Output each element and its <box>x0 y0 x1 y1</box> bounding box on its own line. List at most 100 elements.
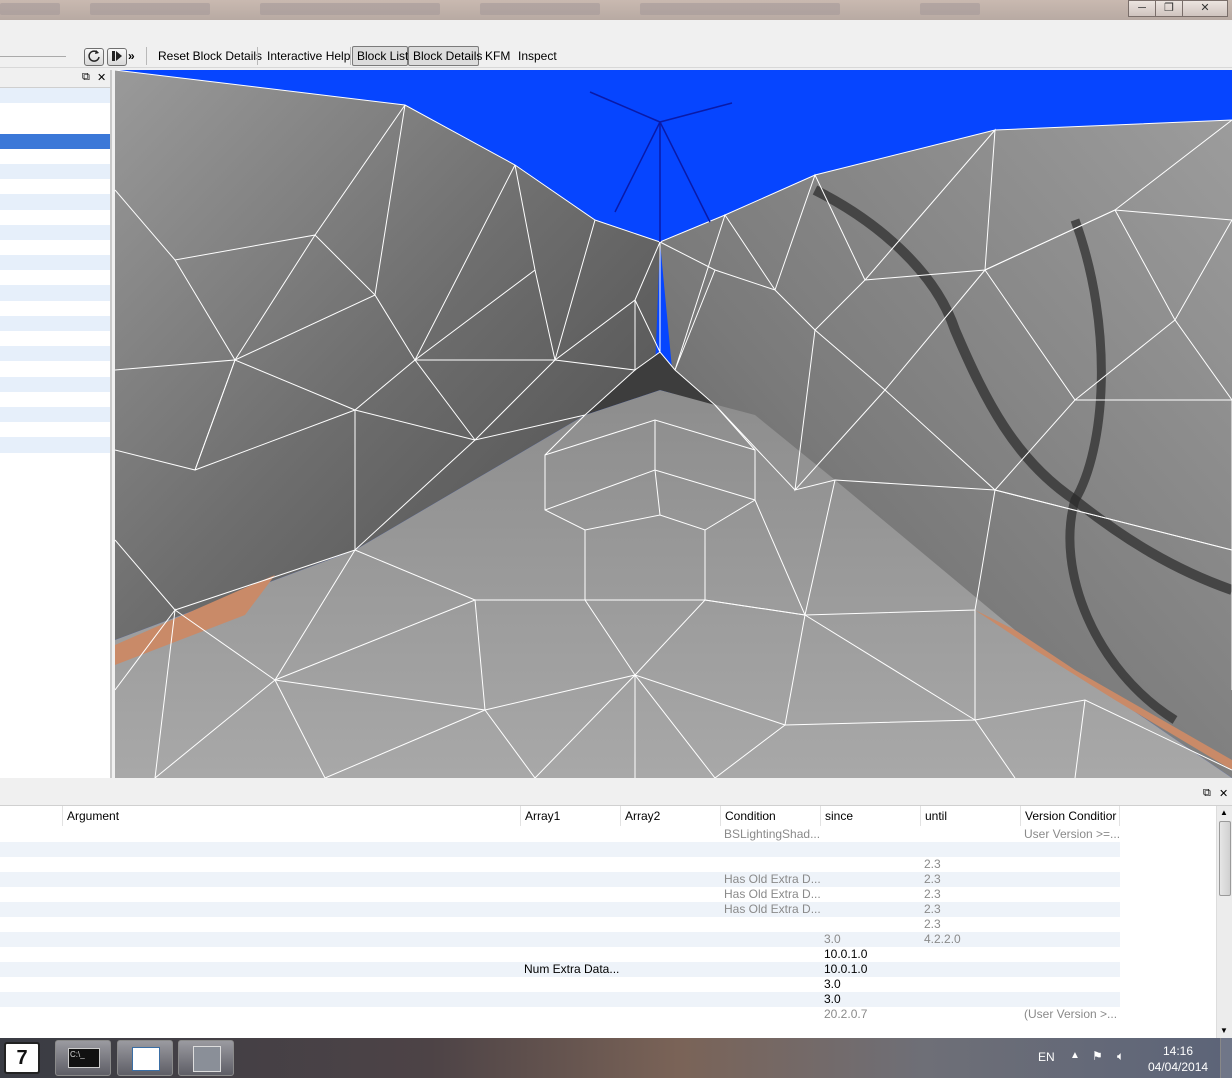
cell-array1[interactable] <box>524 932 620 947</box>
text-editor-app[interactable] <box>117 1040 173 1076</box>
table-row[interactable]: 3.0 4.2.2.0 <box>0 932 1120 947</box>
cell-condition[interactable] <box>724 962 820 977</box>
float-panel-icon[interactable]: ⧉ <box>1203 787 1211 800</box>
list-item[interactable] <box>0 437 110 453</box>
restore-button[interactable]: ❐ <box>1155 0 1183 17</box>
cell-array1[interactable] <box>524 947 620 962</box>
volume-icon[interactable]: 🔈︎ <box>1117 1049 1124 1064</box>
cell-array1[interactable] <box>524 902 620 917</box>
cell-condition[interactable] <box>724 947 820 962</box>
cell-version-condition[interactable] <box>1024 872 1120 887</box>
cell-version-condition[interactable] <box>1024 917 1120 932</box>
cell-array2[interactable] <box>624 977 720 992</box>
scroll-down-icon[interactable]: ▼ <box>1220 1026 1228 1035</box>
block-details-toggle[interactable]: Block Details <box>408 46 482 66</box>
cell-until[interactable] <box>924 947 1020 962</box>
list-item[interactable] <box>0 224 110 240</box>
table-row[interactable]: 2.3 <box>0 857 1120 872</box>
table-row[interactable]: Has Old Extra D... 2.3 <box>0 902 1120 917</box>
cell-array2[interactable] <box>624 827 720 842</box>
list-item[interactable] <box>0 315 110 331</box>
list-item[interactable] <box>0 118 110 133</box>
cell-until[interactable]: 2.3 <box>924 887 1020 902</box>
nifskope-app[interactable] <box>178 1040 234 1076</box>
list-item[interactable] <box>0 285 110 301</box>
cell-argument[interactable] <box>67 962 517 977</box>
minimize-button[interactable]: ─ <box>1128 0 1156 17</box>
refresh-icon[interactable] <box>84 48 104 66</box>
list-item[interactable] <box>0 422 110 437</box>
scrollbar-thumb[interactable] <box>1219 821 1231 896</box>
cell-until[interactable]: 4.2.2.0 <box>924 932 1020 947</box>
cell-array2[interactable] <box>624 947 720 962</box>
cell-array2[interactable] <box>624 1007 720 1022</box>
scroll-up-icon[interactable]: ▲ <box>1220 808 1228 817</box>
cell-array2[interactable] <box>624 857 720 872</box>
list-item[interactable] <box>0 103 110 118</box>
cell-array1[interactable] <box>524 827 620 842</box>
cell-array1[interactable] <box>524 917 620 932</box>
cell-condition[interactable] <box>724 932 820 947</box>
cell-since[interactable] <box>824 872 920 887</box>
close-panel-icon[interactable]: ✕ <box>1219 787 1228 800</box>
cell-version-condition[interactable] <box>1024 887 1120 902</box>
cell-argument[interactable] <box>67 992 517 1007</box>
cell-argument[interactable] <box>67 1007 517 1022</box>
cell-condition[interactable] <box>724 842 820 857</box>
clock-time[interactable]: 14:16 <box>1163 1044 1193 1058</box>
cell-until[interactable]: 2.3 <box>924 917 1020 932</box>
table-row[interactable]: 2.3 <box>0 917 1120 932</box>
column-header-array1[interactable]: Array1 <box>521 806 621 826</box>
table-row[interactable]: 3.0 <box>0 992 1120 1007</box>
cell-version-condition[interactable]: (User Version >... <box>1024 1007 1120 1022</box>
list-item[interactable] <box>0 194 110 210</box>
cell-array2[interactable] <box>624 887 720 902</box>
cell-since[interactable]: 10.0.1.0 <box>824 962 920 977</box>
cell-argument[interactable] <box>67 857 517 872</box>
cell-since[interactable]: 3.0 <box>824 977 920 992</box>
cell-array1[interactable] <box>524 1007 620 1022</box>
cell-array1[interactable] <box>524 857 620 872</box>
toolbar-overflow-icon[interactable]: » <box>128 46 135 66</box>
cell-version-condition[interactable] <box>1024 902 1120 917</box>
list-item[interactable] <box>0 301 110 316</box>
cell-argument[interactable] <box>67 902 517 917</box>
command-prompt-app[interactable]: C:\_ <box>55 1040 111 1076</box>
reset-block-details-button[interactable]: Reset Block Details <box>154 46 266 66</box>
cell-array2[interactable] <box>624 932 720 947</box>
cell-condition[interactable] <box>724 992 820 1007</box>
table-row[interactable]: Num Extra Data... 10.0.1.0 <box>0 962 1120 977</box>
cell-until[interactable] <box>924 977 1020 992</box>
list-item[interactable] <box>0 392 110 407</box>
list-item[interactable] <box>0 270 110 285</box>
cell-argument[interactable] <box>67 917 517 932</box>
start-button[interactable]: 7 <box>4 1042 40 1074</box>
cell-since[interactable] <box>824 827 920 842</box>
cell-until[interactable]: 2.3 <box>924 902 1020 917</box>
list-item[interactable] <box>0 331 110 346</box>
cell-condition[interactable]: Has Old Extra D... <box>724 902 820 917</box>
cell-array2[interactable] <box>624 842 720 857</box>
cell-array1[interactable] <box>524 887 620 902</box>
cell-array1[interactable] <box>524 977 620 992</box>
cell-version-condition[interactable] <box>1024 977 1120 992</box>
column-header-blank[interactable] <box>0 806 63 826</box>
list-item[interactable] <box>0 361 110 376</box>
cell-condition[interactable]: BSLightingShad... <box>724 827 820 842</box>
float-panel-icon[interactable]: ⧉ <box>82 71 90 84</box>
render-viewport[interactable] <box>115 70 1232 778</box>
cell-version-condition[interactable]: User Version >=... <box>1024 827 1120 842</box>
cell-array1[interactable] <box>524 872 620 887</box>
cell-since[interactable]: 3.0 <box>824 992 920 1007</box>
cell-version-condition[interactable] <box>1024 857 1120 872</box>
column-header-until[interactable]: until <box>921 806 1021 826</box>
table-row[interactable]: 3.0 <box>0 977 1120 992</box>
cell-condition[interactable] <box>724 1007 820 1022</box>
list-item[interactable] <box>0 255 110 271</box>
table-row[interactable]: Has Old Extra D... 2.3 <box>0 887 1120 902</box>
cell-argument[interactable] <box>67 977 517 992</box>
cell-argument[interactable] <box>67 842 517 857</box>
cell-version-condition[interactable] <box>1024 992 1120 1007</box>
list-item[interactable] <box>0 453 110 468</box>
cell-version-condition[interactable] <box>1024 842 1120 857</box>
